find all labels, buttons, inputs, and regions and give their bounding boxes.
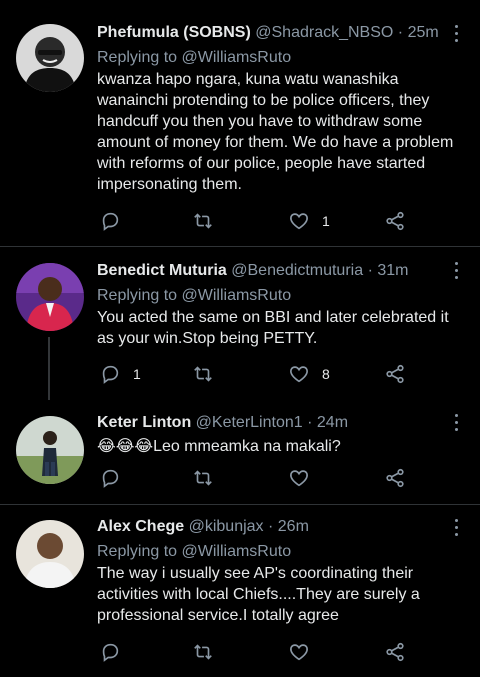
heart-icon bbox=[290, 470, 308, 487]
tweet-4[interactable]: Alex Chege @kibunjax · 26m Replying to @… bbox=[0, 505, 480, 677]
tweet-actions bbox=[97, 467, 417, 489]
like-button[interactable] bbox=[288, 467, 322, 489]
retweet-button[interactable] bbox=[192, 467, 226, 489]
retweet-icon bbox=[194, 644, 212, 660]
replying-to-label: Replying to bbox=[97, 287, 178, 304]
replying-to-label: Replying to bbox=[97, 543, 178, 560]
more-options-icon[interactable] bbox=[454, 519, 458, 537]
display-name[interactable]: Alex Chege bbox=[97, 518, 184, 535]
tweet-actions: 1 8 bbox=[97, 363, 417, 385]
like-button[interactable]: 8 bbox=[288, 363, 330, 385]
retweet-icon bbox=[194, 470, 212, 486]
display-name[interactable]: Benedict Muturia bbox=[97, 262, 227, 279]
tweet-header: Keter Linton @KeterLinton1 · 24m bbox=[97, 412, 469, 434]
replying-to: Replying to @WilliamsRuto bbox=[97, 285, 469, 306]
separator-dot: · bbox=[397, 24, 404, 41]
share-button[interactable] bbox=[384, 363, 406, 385]
replying-to: Replying to @WilliamsRuto bbox=[97, 541, 469, 562]
like-button[interactable] bbox=[288, 641, 322, 663]
tweet-actions bbox=[97, 641, 417, 663]
separator-dot: · bbox=[307, 414, 313, 431]
reply-icon bbox=[102, 212, 119, 231]
tweet-text: The way i usually see AP's coordinating … bbox=[97, 565, 420, 624]
reply-button[interactable]: 1 bbox=[99, 363, 141, 385]
timestamp[interactable]: 31m bbox=[377, 262, 408, 279]
tweet-text: kwanza hapo ngara, kuna watu wanashika w… bbox=[97, 71, 454, 193]
tweet-text: You acted the same on BBI and later cele… bbox=[97, 309, 449, 347]
heart-icon bbox=[290, 644, 308, 661]
user-handle[interactable]: @Benedictmuturia bbox=[231, 262, 363, 279]
thread-line bbox=[48, 337, 50, 400]
avatar[interactable] bbox=[16, 520, 84, 588]
like-button[interactable]: 1 bbox=[288, 210, 330, 232]
tweet-text: 😂😂😂Leo mmeamka na makali? bbox=[97, 438, 341, 455]
tweet-actions: 1 bbox=[97, 210, 417, 232]
tweet-header: Benedict Muturia @Benedictmuturia · 31m bbox=[97, 260, 469, 282]
timestamp[interactable]: 25m bbox=[408, 24, 439, 41]
avatar[interactable] bbox=[16, 416, 84, 484]
replying-to-mention[interactable]: @WilliamsRuto bbox=[182, 543, 292, 560]
reply-button[interactable] bbox=[99, 467, 133, 489]
retweet-button[interactable] bbox=[192, 363, 226, 385]
tweet-3[interactable]: Keter Linton @KeterLinton1 · 24m 😂😂😂Leo … bbox=[0, 400, 480, 503]
reply-button[interactable] bbox=[99, 210, 133, 232]
heart-icon bbox=[290, 366, 308, 383]
user-handle[interactable]: @kibunjax bbox=[189, 518, 264, 535]
retweet-icon bbox=[194, 213, 212, 229]
share-button[interactable] bbox=[384, 210, 406, 232]
share-icon bbox=[386, 211, 404, 231]
replying-to: Replying to @WilliamsRuto bbox=[97, 47, 469, 68]
display-name[interactable]: Keter Linton bbox=[97, 414, 191, 431]
share-icon bbox=[386, 364, 404, 384]
separator-dot: · bbox=[268, 518, 274, 535]
replying-to-mention[interactable]: @WilliamsRuto bbox=[182, 49, 292, 66]
tweet-2[interactable]: Benedict Muturia @Benedictmuturia · 31m … bbox=[0, 247, 480, 400]
retweet-button[interactable] bbox=[192, 210, 226, 232]
share-button[interactable] bbox=[384, 467, 406, 489]
more-options-icon[interactable] bbox=[454, 262, 458, 280]
timestamp[interactable]: 24m bbox=[317, 414, 348, 431]
reply-count: 1 bbox=[133, 366, 141, 382]
like-count: 8 bbox=[322, 366, 330, 382]
reply-icon bbox=[102, 469, 119, 488]
share-button[interactable] bbox=[384, 641, 406, 663]
heart-icon bbox=[290, 213, 308, 230]
reply-icon bbox=[102, 643, 119, 662]
display-name[interactable]: Phefumula (SOBNS) bbox=[97, 24, 251, 41]
share-icon bbox=[386, 468, 404, 488]
timestamp[interactable]: 26m bbox=[278, 518, 309, 535]
more-options-icon[interactable] bbox=[454, 25, 458, 43]
avatar[interactable] bbox=[16, 24, 84, 92]
user-handle[interactable]: @Shadrack_NBSO bbox=[255, 24, 393, 41]
retweet-icon bbox=[194, 366, 212, 382]
retweet-button[interactable] bbox=[192, 641, 226, 663]
like-count: 1 bbox=[322, 213, 330, 229]
avatar[interactable] bbox=[16, 263, 84, 331]
tweet-1[interactable]: Phefumula (SOBNS) @Shadrack_NBSO · 25m R… bbox=[0, 0, 480, 246]
share-icon bbox=[386, 642, 404, 662]
reply-button[interactable] bbox=[99, 641, 133, 663]
replying-to-label: Replying to bbox=[97, 49, 178, 66]
tweet-header: Alex Chege @kibunjax · 26m bbox=[97, 516, 469, 538]
reply-icon bbox=[102, 365, 119, 384]
user-handle[interactable]: @KeterLinton1 bbox=[196, 414, 303, 431]
separator-dot: · bbox=[367, 262, 373, 279]
replying-to-mention[interactable]: @WilliamsRuto bbox=[182, 287, 292, 304]
more-options-icon[interactable] bbox=[454, 414, 458, 432]
tweet-header: Phefumula (SOBNS) @Shadrack_NBSO · 25m bbox=[97, 22, 469, 44]
